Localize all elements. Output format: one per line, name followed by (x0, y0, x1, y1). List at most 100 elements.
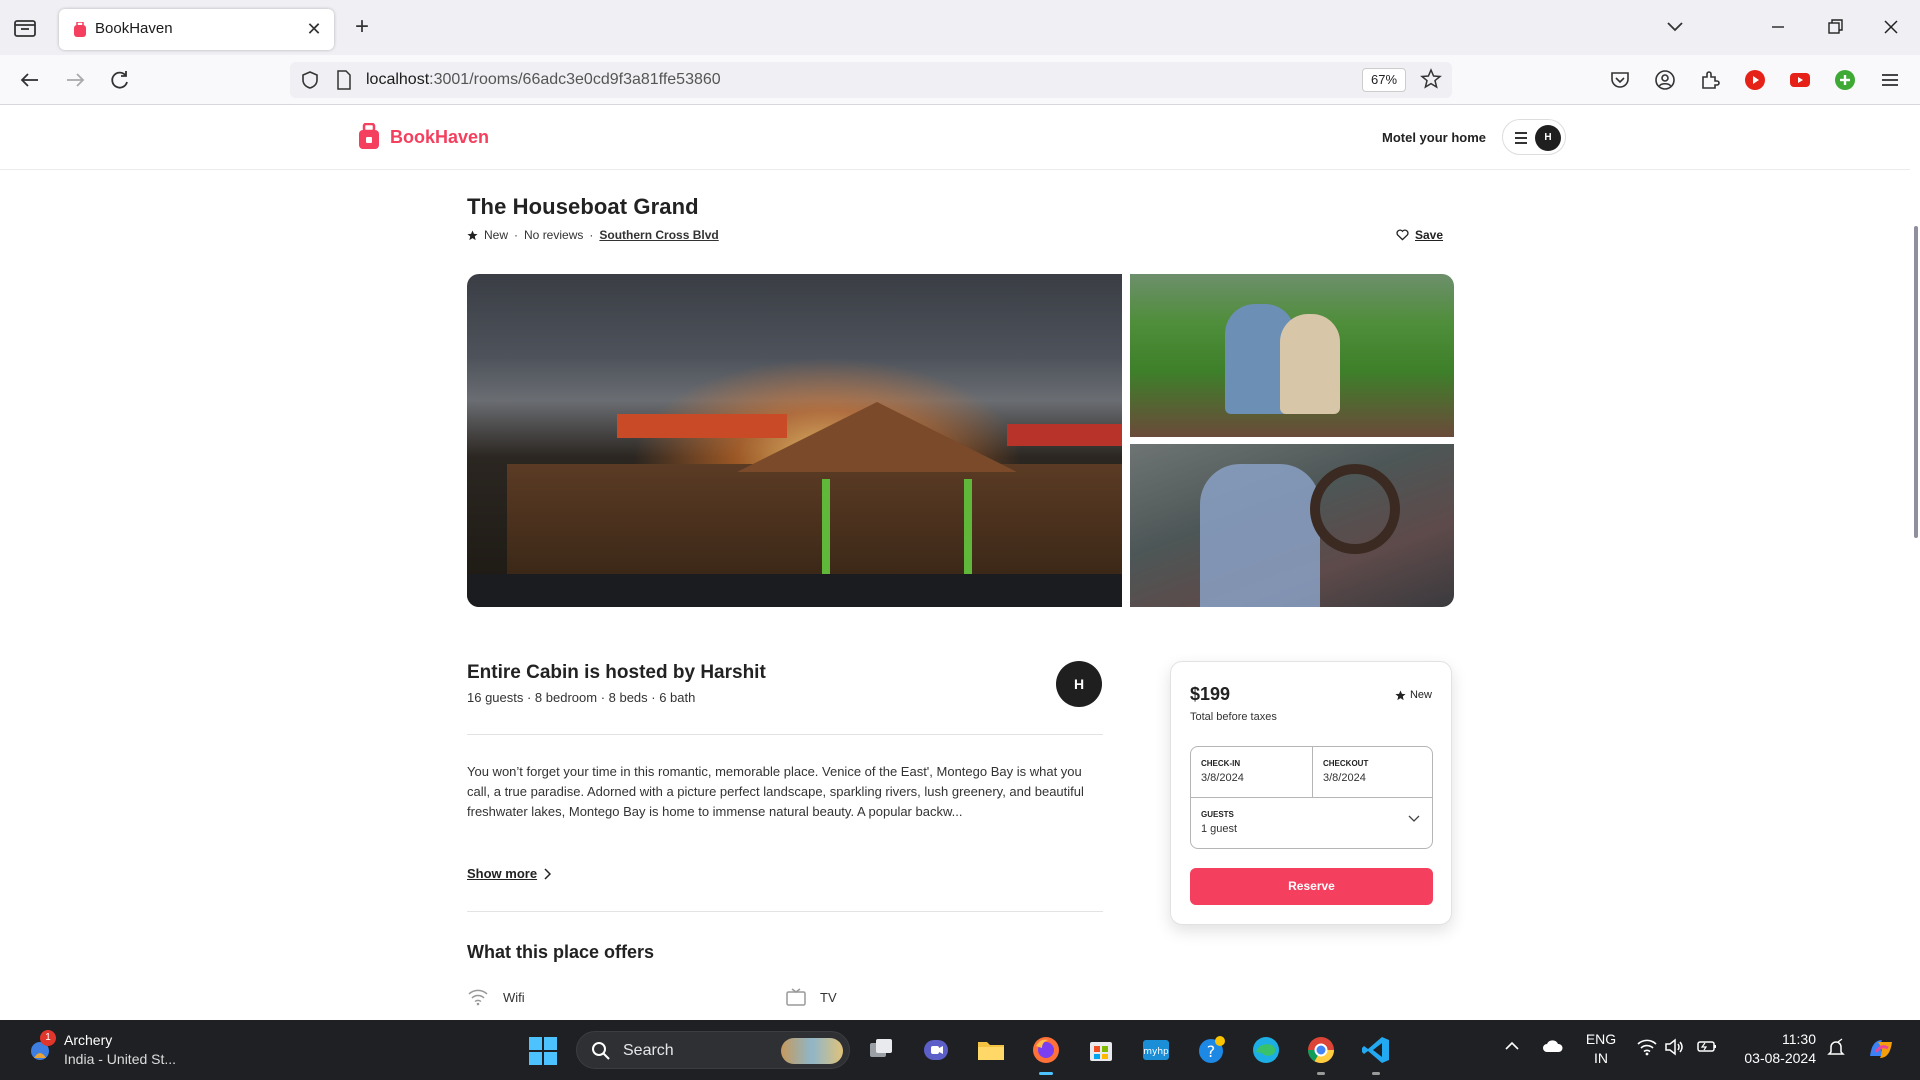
taskbar: 1 Archery India - United St... Search my… (0, 1020, 1920, 1080)
checkin-value: 3/8/2024 (1201, 772, 1244, 784)
address-bar[interactable]: localhost:3001/rooms/66adc3e0cd9f3a81ffe… (290, 62, 1452, 98)
taskbar-search[interactable]: Search (576, 1031, 850, 1069)
pocket-icon[interactable] (1608, 68, 1632, 92)
close-window-icon[interactable] (1876, 14, 1906, 40)
photo-gallery (467, 274, 1454, 607)
minimize-icon[interactable] (1763, 14, 1793, 40)
task-view-icon[interactable] (865, 1034, 897, 1066)
bookmark-star-icon[interactable] (1420, 68, 1442, 90)
amenity-wifi: Wifi (467, 988, 525, 1006)
browser-tab[interactable]: BookHaven ✕ (59, 9, 334, 50)
file-explorer-icon[interactable] (975, 1034, 1007, 1066)
guests-value: 1 guest (1201, 823, 1238, 835)
youtube-extension-icon[interactable] (1743, 68, 1767, 92)
get-help-icon[interactable]: ? (1195, 1034, 1227, 1066)
video-extension-icon[interactable] (1788, 68, 1812, 92)
volume-icon[interactable] (1664, 1038, 1684, 1056)
weather-widget[interactable]: 1 Archery India - United St... (26, 1030, 246, 1072)
browser-tab-bar: BookHaven ✕ + (0, 0, 1920, 55)
guests-select[interactable]: GUESTS 1 guest (1191, 798, 1432, 848)
firefox-taskbar-button[interactable] (1030, 1034, 1062, 1075)
page-scrollbar[interactable] (1910, 106, 1920, 1020)
weather-subtitle: India - United St... (64, 1051, 177, 1067)
url-text: localhost:3001/rooms/66adc3e0cd9f3a81ffe… (366, 71, 721, 88)
new-tab-button[interactable]: + (350, 15, 374, 40)
back-icon[interactable] (16, 67, 44, 93)
myhp-icon[interactable]: myhp (1140, 1034, 1172, 1066)
firefox-icon (1033, 1037, 1059, 1063)
battery-icon[interactable] (1696, 1038, 1718, 1054)
windows-start-icon[interactable] (528, 1036, 558, 1066)
card-rating-label: New (1409, 689, 1432, 701)
chevron-right-icon (544, 867, 552, 880)
rating-label: New (484, 228, 509, 242)
search-highlight-image (781, 1038, 843, 1064)
reserve-button[interactable]: Reserve (1190, 868, 1433, 905)
reservation-card: $199 Total before taxes New CHECK-IN 3/8… (1170, 661, 1452, 925)
divider (467, 734, 1103, 735)
photo-top-right[interactable] (1130, 274, 1454, 437)
listing-meta: New · No reviews · Southern Cross Blvd (467, 228, 719, 242)
copilot-icon[interactable] (1866, 1034, 1896, 1064)
restore-icon[interactable] (1820, 14, 1850, 40)
show-hidden-icons-chevron-icon[interactable] (1504, 1038, 1520, 1054)
host-avatar: H (1056, 661, 1102, 707)
location-link[interactable]: Southern Cross Blvd (599, 228, 718, 242)
notifications-icon[interactable] (1826, 1038, 1846, 1058)
show-more-button[interactable]: Show more (467, 866, 552, 881)
main-photo[interactable] (467, 274, 1122, 607)
vscode-taskbar-button[interactable] (1360, 1034, 1392, 1075)
photo-bottom-right[interactable] (1130, 444, 1454, 607)
forward-icon[interactable] (61, 67, 89, 93)
star-icon (1395, 689, 1406, 700)
tab-list-icon[interactable] (12, 16, 38, 40)
checkout-value: 3/8/2024 (1323, 772, 1366, 784)
add-extension-icon[interactable] (1833, 68, 1857, 92)
zoom-level-button[interactable]: 67% (1362, 68, 1406, 92)
page-info-icon[interactable] (336, 70, 352, 90)
price-note: Total before taxes (1190, 711, 1277, 723)
user-menu-button[interactable]: H (1502, 119, 1566, 155)
clock-date: 03-08-2024 (1744, 1050, 1816, 1066)
close-tab-icon[interactable]: ✕ (304, 19, 324, 39)
teams-chat-icon[interactable] (920, 1034, 952, 1066)
host-title: Entire Cabin is hosted by Harshit (467, 662, 766, 683)
tab-title: BookHaven (95, 20, 173, 37)
brand-name: BookHaven (390, 126, 490, 147)
vscode-icon (1362, 1037, 1389, 1063)
microsoft-store-icon[interactable] (1085, 1034, 1117, 1066)
heart-icon (1396, 229, 1409, 241)
extensions-icon[interactable] (1698, 68, 1722, 92)
checkout-label: CHECKOUT (1323, 759, 1369, 768)
amenity-label: Wifi (503, 989, 525, 1005)
wifi-icon (468, 989, 488, 1006)
listing-title: The Houseboat Grand (467, 194, 699, 219)
bookhaven-favicon-icon (74, 22, 86, 37)
checkin-label: CHECK-IN (1201, 759, 1241, 768)
tracking-shield-icon[interactable] (300, 70, 320, 90)
tv-icon (786, 988, 806, 1006)
reload-icon[interactable] (106, 67, 134, 93)
system-clock[interactable]: 11:30 03-08-2024 (1736, 1030, 1816, 1068)
weather-title: Archery (64, 1032, 113, 1048)
edge-icon[interactable] (1250, 1034, 1282, 1066)
scrollbar-thumb[interactable] (1914, 226, 1918, 538)
app-menu-icon[interactable] (1878, 68, 1902, 92)
checkout-field[interactable]: CHECKOUT 3/8/2024 (1313, 747, 1433, 797)
onedrive-cloud-icon[interactable] (1542, 1038, 1564, 1054)
show-more-label: Show more (467, 866, 538, 881)
star-icon (467, 229, 478, 240)
account-icon[interactable] (1653, 68, 1677, 92)
brand-logo[interactable]: BookHaven (358, 123, 489, 151)
chrome-taskbar-button[interactable] (1305, 1034, 1337, 1075)
language-indicator[interactable]: ENG IN (1584, 1030, 1618, 1068)
checkin-field[interactable]: CHECK-IN 3/8/2024 (1191, 747, 1312, 797)
host-your-home-link[interactable]: Motel your home (1382, 130, 1486, 145)
wifi-status-icon[interactable] (1636, 1038, 1658, 1056)
chrome-icon (1307, 1037, 1335, 1064)
meta-separator: · (514, 228, 519, 242)
tab-overflow-chevron-icon[interactable] (1660, 14, 1690, 40)
save-button[interactable]: Save (1396, 228, 1443, 242)
chevron-down-icon (1408, 815, 1420, 822)
meta-separator: · (589, 228, 594, 242)
